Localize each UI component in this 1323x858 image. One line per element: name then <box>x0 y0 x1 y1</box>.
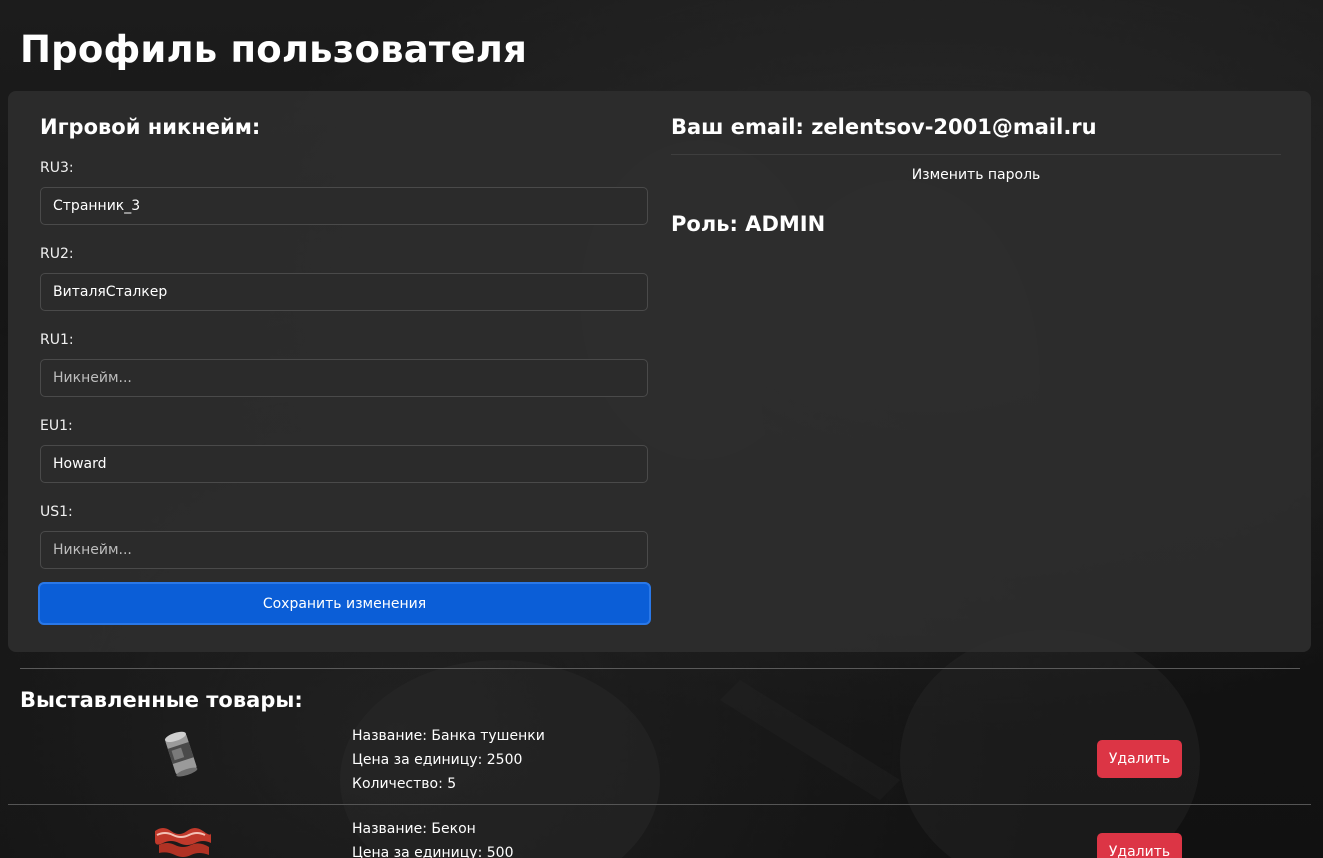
ru3-nickname-input[interactable] <box>40 187 648 225</box>
canned-meat-icon <box>164 731 198 777</box>
ru2-nickname-input[interactable] <box>40 273 648 311</box>
eu1-nickname-input[interactable] <box>40 445 648 483</box>
section-divider <box>20 668 1300 669</box>
ru2-label: RU2: <box>40 246 74 262</box>
us1-label: US1: <box>40 504 73 520</box>
nickname-heading: Игровой никнейм: <box>40 115 261 139</box>
page-title: Профиль пользователя <box>20 28 528 71</box>
listing-info: Название: Бекон Цена за единицу: 500 <box>352 817 514 858</box>
listed-items-title: Выставленные товары: <box>20 688 303 712</box>
listing-row: Название: Банка тушенки Цена за единицу:… <box>8 711 1311 805</box>
item-name: Название: Банка тушенки <box>352 728 545 744</box>
save-changes-button[interactable]: Сохранить изменения <box>38 582 651 625</box>
ru3-label: RU3: <box>40 160 74 176</box>
change-password-link[interactable]: Изменить пароль <box>912 167 1041 183</box>
item-quantity: Количество: 5 <box>352 776 457 792</box>
bacon-icon <box>155 828 211 857</box>
eu1-label: EU1: <box>40 418 73 434</box>
email-display: Ваш email: zelentsov-2001@mail.ru <box>671 115 1097 139</box>
delete-listing-button[interactable]: Удалить <box>1097 833 1182 858</box>
item-price: Цена за единицу: 2500 <box>352 752 523 768</box>
us1-nickname-input[interactable] <box>40 531 648 569</box>
profile-card: Игровой никнейм: RU3: RU2: RU1: EU1: US1… <box>8 91 1311 652</box>
ru1-nickname-input[interactable] <box>40 359 648 397</box>
role-display: Роль: ADMIN <box>671 212 826 236</box>
change-password-row: Изменить пароль <box>671 154 1281 194</box>
delete-listing-button[interactable]: Удалить <box>1097 740 1182 778</box>
item-price: Цена за единицу: 500 <box>352 845 514 858</box>
listing-row: Название: Бекон Цена за единицу: 500 Уда… <box>8 805 1311 858</box>
listing-info: Название: Банка тушенки Цена за единицу:… <box>352 724 545 796</box>
ru1-label: RU1: <box>40 332 74 348</box>
item-name: Название: Бекон <box>352 821 476 837</box>
